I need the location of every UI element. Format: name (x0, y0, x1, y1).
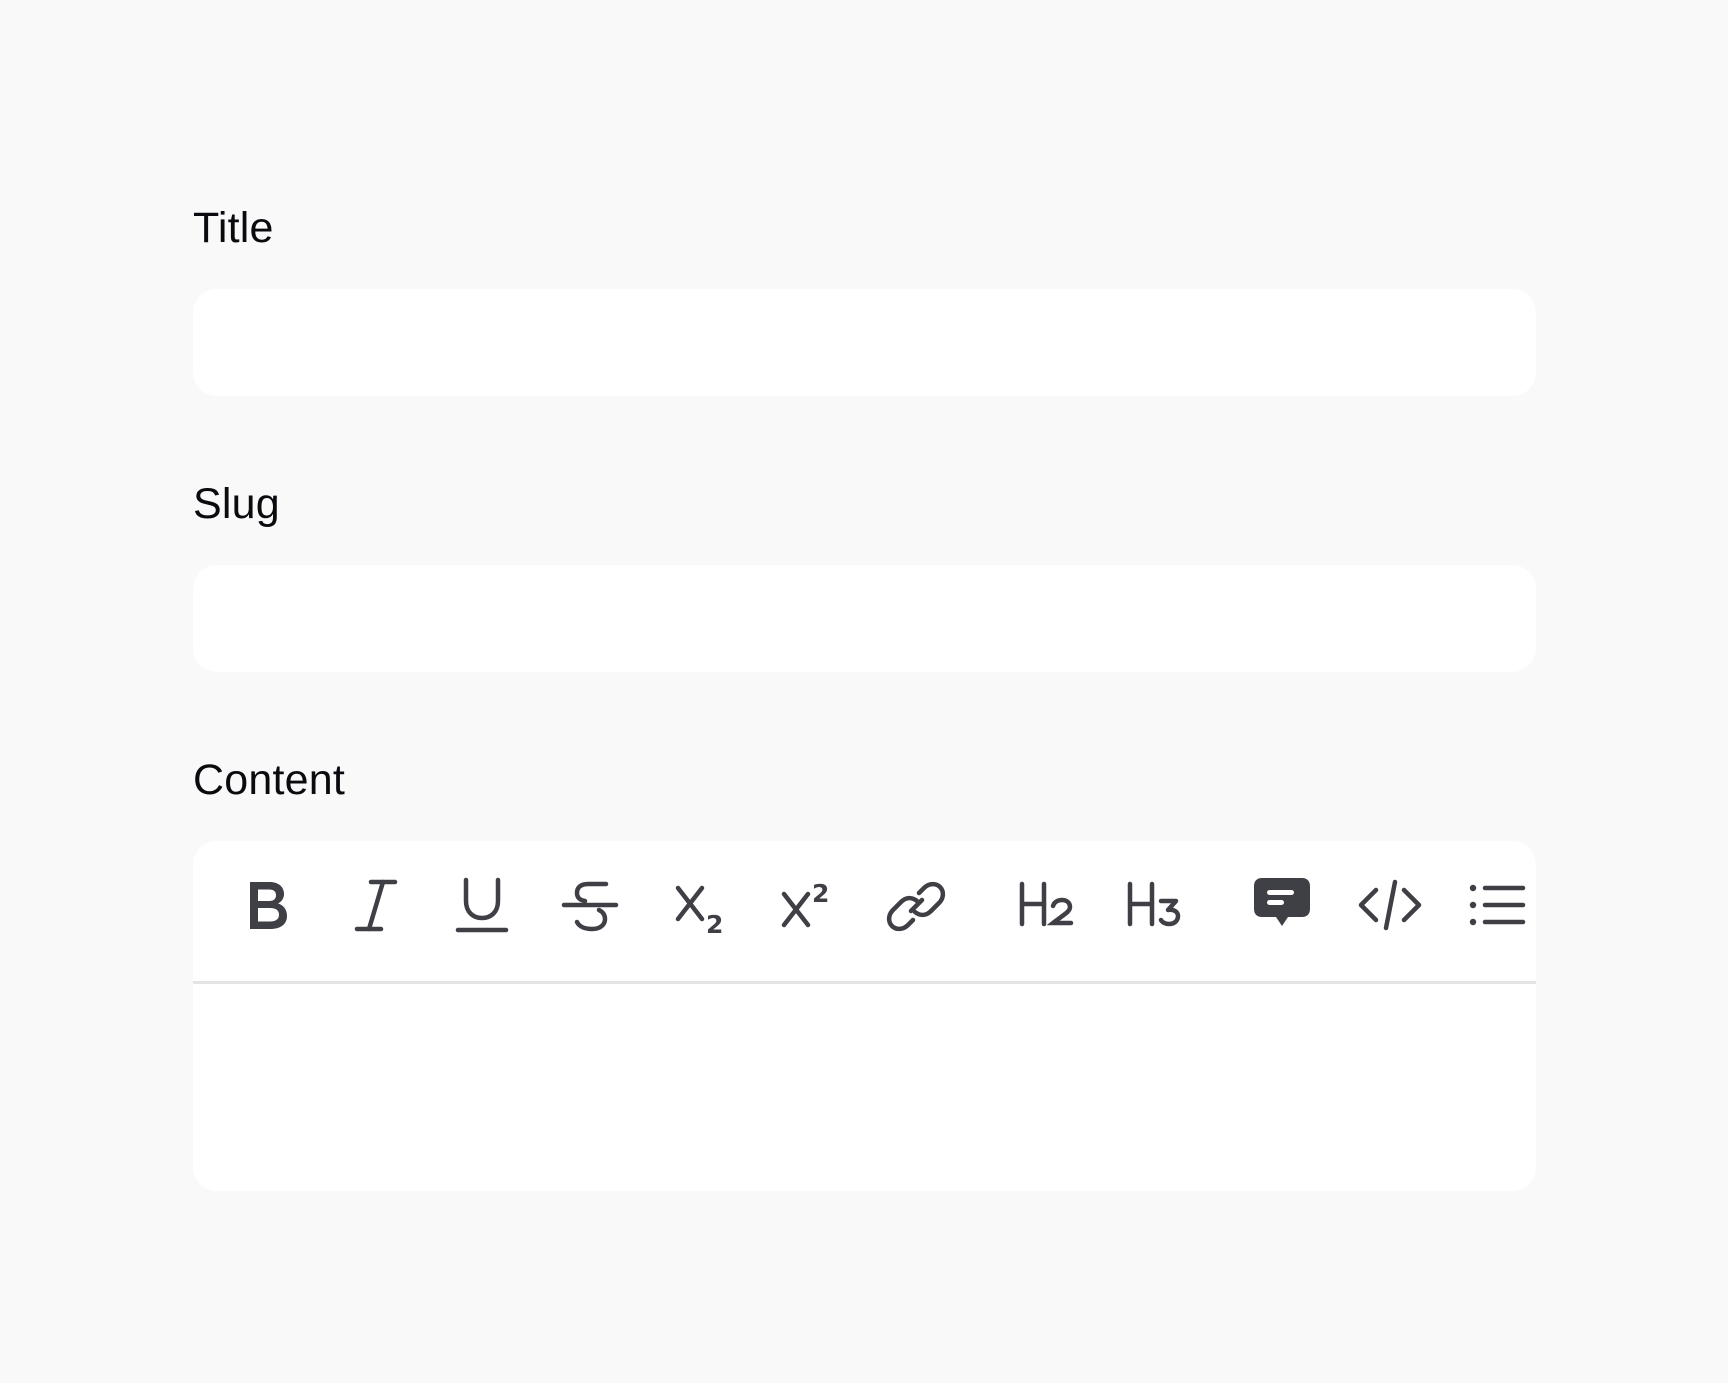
bullet-list-button[interactable] (1465, 873, 1531, 939)
heading-2-icon (1019, 881, 1074, 927)
title-input[interactable] (193, 289, 1536, 396)
subscript-icon: 2 (675, 885, 723, 939)
slug-input[interactable] (193, 565, 1536, 672)
link-button[interactable] (883, 873, 949, 939)
italic-button[interactable] (343, 873, 409, 939)
underline-icon (455, 877, 509, 933)
underline-button[interactable] (451, 873, 517, 939)
heading-2-button[interactable] (1013, 873, 1079, 939)
heading-3-icon (1127, 881, 1181, 927)
title-label: Title (193, 204, 274, 252)
heading-3-button[interactable] (1121, 873, 1187, 939)
slug-label: Slug (193, 480, 280, 528)
strikethrough-icon (561, 881, 619, 932)
svg-text:2: 2 (812, 879, 829, 908)
subscript-button[interactable]: 2 (667, 873, 733, 939)
blockquote-icon (1254, 878, 1310, 926)
code-button[interactable] (1357, 873, 1423, 939)
svg-text:2: 2 (706, 910, 723, 939)
bullet-list-icon (1469, 884, 1526, 926)
code-icon (1358, 879, 1422, 931)
link-icon (886, 881, 946, 932)
bold-icon (250, 882, 287, 929)
content-label: Content (193, 756, 346, 804)
strikethrough-button[interactable] (559, 873, 625, 939)
superscript-button[interactable]: 2 (775, 873, 841, 939)
blockquote-button[interactable] (1249, 873, 1315, 939)
editor-toolbar: 2 2 (193, 841, 1536, 984)
rich-text-editor: 2 2 (193, 841, 1536, 1191)
bold-button[interactable] (235, 873, 301, 939)
superscript-icon: 2 (781, 879, 829, 928)
italic-icon (354, 879, 398, 932)
content-editor-area[interactable] (193, 984, 1536, 1191)
